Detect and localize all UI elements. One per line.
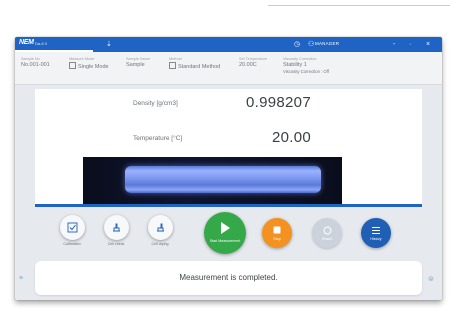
clock-icon[interactable]: ◷ (294, 40, 300, 49)
user-name[interactable]: MANAGER (315, 41, 339, 46)
temperature-label: Temperature [°C] (133, 135, 183, 142)
app-window: NEM Da-6 0 ⇣ ◷ ⚇ MANAGER - · × Sample No… (15, 37, 442, 300)
oscillation-tube-image (83, 157, 342, 205)
right-panel-icon[interactable]: ⊜ (428, 275, 434, 283)
info-sample-no[interactable]: Sample No No.001-001 (21, 57, 50, 68)
cell-check-button[interactable] (104, 215, 129, 240)
status-message-box: Measurement is completed. (35, 261, 422, 295)
usb-icon[interactable]: ⇣ (106, 40, 112, 49)
cell-drying-icon (157, 223, 164, 232)
info-viscosity-correction[interactable]: Viscosity Correction Stability 1 Viscosi… (283, 57, 329, 74)
result-label: Result (321, 237, 333, 241)
info-key: Method (169, 57, 182, 61)
stop-button[interactable]: Stop (262, 218, 292, 248)
result-button[interactable]: Result (312, 218, 342, 248)
top-rule (268, 5, 450, 6)
info-key: Viscosity Correction (283, 57, 317, 61)
info-key: Sample Name (126, 57, 151, 61)
density-value: 0.998207 (246, 94, 311, 111)
history-label: History (370, 237, 382, 241)
info-set-temperature[interactable]: Set Temperature 20.00C (239, 57, 267, 68)
calibration-icon (67, 222, 78, 233)
info-key: Sample No (21, 57, 40, 61)
calibration-label: Calibration (63, 242, 81, 246)
close-icon[interactable]: × (426, 40, 430, 49)
start-measurement-button[interactable]: Start Measurement (204, 212, 246, 254)
measurement-progress-bar (35, 204, 422, 207)
info-value: No.001-001 (21, 62, 50, 68)
left-menu-icon[interactable]: ≡ (19, 275, 23, 282)
minimize-icon[interactable]: - (393, 40, 395, 49)
calibration-button[interactable] (60, 215, 85, 240)
status-message: Measurement is completed. (179, 273, 278, 282)
temperature-value: 20.00 (272, 129, 312, 146)
sample-info-strip: Sample No No.001-001 Measure Mode Single… (15, 52, 442, 85)
mode-icon (69, 62, 76, 69)
stop-label: Stop (273, 237, 281, 241)
cell-drying-label: Cell drying (151, 242, 169, 246)
cell-check-label: Cell check (107, 242, 125, 246)
app-logo: NEM (19, 39, 34, 46)
measurement-panel: Density [g/cm3] 0.998207 Temperature [°C… (35, 89, 422, 206)
title-bar: NEM Da-6 0 ⇣ ◷ ⚇ MANAGER - · × (15, 37, 442, 52)
menu-list-icon (372, 226, 380, 234)
info-key: Set Temperature (239, 57, 267, 61)
maximize-icon[interactable]: · (409, 40, 411, 49)
u-tube-glass (125, 166, 321, 193)
info-measure-mode[interactable]: Measure Mode Single Mode (69, 57, 109, 70)
density-label: Density [g/cm3] (133, 100, 178, 107)
info-value: Viscosity Correction : Off (283, 69, 329, 74)
result-icon (323, 226, 331, 234)
info-value: Sample (126, 62, 145, 68)
history-button[interactable]: History (361, 218, 391, 248)
start-measurement-label: Start Measurement (209, 239, 241, 243)
play-icon (221, 222, 230, 234)
info-key: Measure Mode (69, 57, 95, 61)
info-value: Single Mode (69, 62, 109, 70)
info-sample-name[interactable]: Sample Name Sample (126, 57, 150, 68)
method-checkbox-icon (169, 62, 176, 69)
action-button-row: Calibration Cell check Cell drying Start… (15, 209, 442, 257)
info-method[interactable]: Method Standard Method (169, 57, 220, 70)
cell-check-icon (113, 223, 120, 232)
info-value: 20.00C (239, 62, 257, 68)
app-name: Da-6 0 (35, 41, 48, 46)
user-icon[interactable]: ⚇ (308, 40, 314, 49)
progress-fill (35, 204, 422, 207)
info-value: Stability 1 (283, 62, 307, 68)
stop-icon (273, 226, 281, 234)
cell-drying-button[interactable] (148, 215, 173, 240)
info-value: Standard Method (169, 62, 220, 70)
